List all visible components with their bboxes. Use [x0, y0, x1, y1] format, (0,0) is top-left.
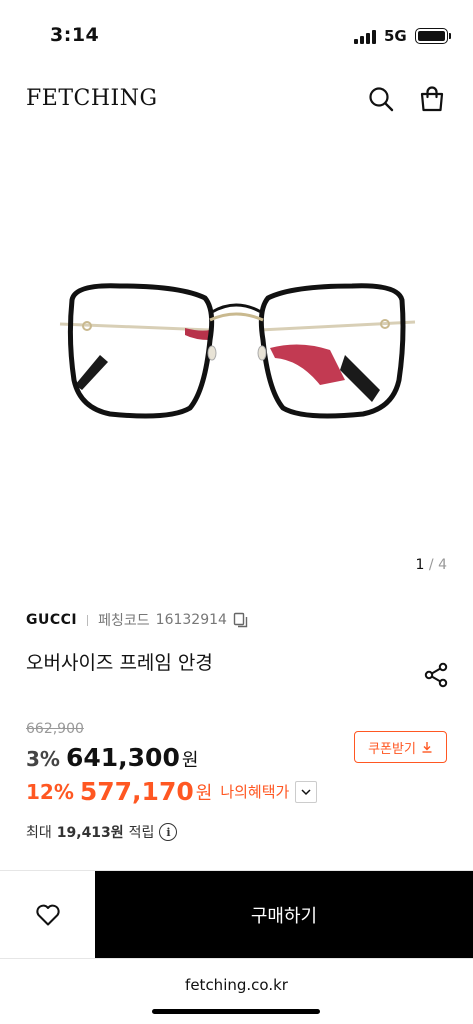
share-icon — [424, 662, 448, 688]
shopping-bag-icon — [420, 86, 444, 112]
price-row: 3% 641,300 원 — [26, 743, 198, 772]
copy-icon[interactable] — [233, 612, 249, 628]
heart-icon — [35, 904, 60, 926]
logo[interactable]: FETCHING — [26, 86, 158, 111]
search-icon — [369, 87, 394, 112]
benefit-label: 나의혜택가 — [220, 783, 290, 801]
product-image[interactable] — [0, 180, 473, 510]
product-title: 오버사이즈 프레임 안경 — [26, 652, 213, 674]
wishlist-button[interactable] — [0, 871, 95, 959]
pager-separator: / — [428, 557, 434, 573]
pager-total: 4 — [438, 557, 447, 573]
product-code-label: 페칭코드 — [98, 613, 150, 629]
product-code: 16132914 — [155, 612, 227, 628]
browser-bar: fetching.co.kr — [0, 958, 473, 1024]
eyeglasses-image — [59, 283, 416, 419]
battery-icon — [415, 28, 451, 44]
status-bar: 3:14 5G — [0, 0, 473, 72]
benefit-price-row: 12% 577,170 원 나의혜택가 — [26, 777, 318, 806]
brand-row: GUCCI 페칭코드 16132914 — [26, 610, 249, 630]
discount-rate: 3% — [26, 747, 60, 771]
coupon-button[interactable]: 쿠폰받기 — [354, 731, 447, 763]
coupon-label: 쿠폰받기 — [368, 741, 416, 757]
points-suffix: 적립 — [128, 825, 155, 841]
currency-unit: 원 — [181, 750, 199, 771]
divider — [87, 614, 89, 626]
url-label[interactable]: fetching.co.kr — [0, 976, 473, 994]
bottom-action-bar: 구매하기 — [0, 870, 473, 959]
signal-icon — [354, 30, 378, 44]
brand-name[interactable]: GUCCI — [26, 612, 77, 628]
network-label: 5G — [384, 27, 407, 45]
share-button[interactable] — [421, 660, 451, 690]
benefit-rate: 12% — [26, 779, 74, 804]
benefit-currency-unit: 원 — [195, 782, 213, 804]
app-header: FETCHING — [0, 72, 473, 128]
download-icon — [422, 742, 432, 753]
buy-button[interactable]: 구매하기 — [95, 871, 473, 959]
original-price: 662,900 — [26, 721, 84, 737]
info-icon[interactable]: i — [159, 823, 178, 841]
search-button[interactable] — [364, 82, 398, 116]
pager-current: 1 — [415, 557, 425, 573]
sale-price: 641,300 — [65, 743, 180, 772]
cart-button[interactable] — [415, 82, 449, 116]
points-value: 19,413원 — [56, 825, 124, 841]
points-prefix: 최대 — [26, 825, 52, 841]
chevron-down-icon — [301, 788, 311, 795]
image-pager: 1 / 4 — [416, 557, 447, 573]
points-row: 최대 19,413원 적립 i — [26, 822, 178, 842]
benefit-price: 577,170 — [79, 777, 194, 806]
status-time: 3:14 — [50, 24, 100, 46]
benefit-expand-button[interactable] — [295, 780, 318, 803]
home-indicator[interactable] — [152, 1009, 320, 1014]
